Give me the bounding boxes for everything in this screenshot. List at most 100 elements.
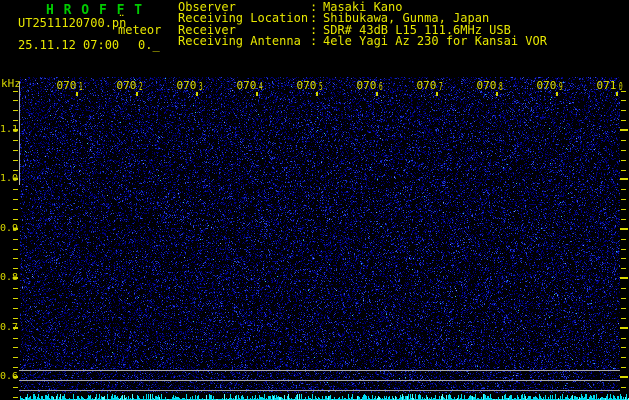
- datetime-text: 25.11.12 07:00: [18, 38, 120, 52]
- observation-info: Observer : Masaki Kano Receiving Locatio…: [178, 1, 547, 49]
- freq-tick-minor-left: [13, 199, 18, 201]
- freq-tick-minor-left: [13, 100, 18, 102]
- time-minute-tick: [376, 92, 378, 96]
- reference-line-lower: [19, 390, 620, 391]
- freq-tick-minor-right: [621, 110, 626, 112]
- freq-tick-minor-left: [13, 317, 18, 319]
- freq-tick-major-right: [620, 178, 628, 181]
- freq-tick-minor-right: [621, 337, 626, 339]
- freq-label: 0.7: [0, 321, 19, 333]
- freq-label: 0.6: [0, 371, 19, 382]
- freq-tick-minor-right: [621, 307, 626, 309]
- info-row-antenna: Receiving Antenna : 4ele Yagi Az 230 for…: [178, 34, 547, 49]
- freq-tick-minor-right: [621, 189, 626, 191]
- freq-label: 0.9: [0, 222, 19, 234]
- freq-tick-major-right: [620, 227, 628, 230]
- freq-tick-minor-left: [13, 298, 18, 299]
- freq-tick-minor-left: [13, 248, 18, 250]
- time-minute-tick: [436, 92, 438, 96]
- time-label: 070 9: [536, 79, 564, 93]
- time-label: 070 2: [116, 79, 144, 93]
- time-minute-tick: [316, 92, 318, 96]
- freq-tick-major-right: [620, 326, 628, 329]
- freq-tick-minor-left: [13, 268, 18, 270]
- time-label: 070 4: [236, 79, 264, 93]
- counter-text: 0._: [138, 38, 160, 52]
- freq-tick-minor-left: [13, 169, 18, 171]
- time-label: 071 0: [596, 79, 624, 93]
- freq-tick-minor-left: [13, 357, 18, 359]
- time-label-minute-digit: 4: [259, 80, 263, 93]
- time-minute-tick: [136, 92, 138, 96]
- time-label: 070 6: [356, 79, 384, 93]
- freq-tick-minor-right: [621, 100, 626, 102]
- frequency-unit-label: kHz: [1, 77, 21, 90]
- freq-tick-minor-left: [13, 149, 18, 151]
- freq-tick-minor-left: [13, 189, 18, 191]
- freq-tick-minor-right: [621, 288, 626, 290]
- freq-tick-minor-left: [13, 386, 18, 388]
- freq-label: 0.8: [0, 272, 19, 284]
- time-label: 070 8: [476, 79, 504, 93]
- time-label-minute-digit: 9: [559, 80, 563, 93]
- freq-tick-minor-right: [621, 90, 626, 92]
- station-name: meteor: [118, 23, 162, 37]
- freq-tick-minor-right: [621, 357, 626, 359]
- freq-tick-minor-left: [13, 307, 18, 309]
- time-minute-tick: [256, 92, 258, 96]
- time-label-minute-digit: 8: [499, 80, 503, 93]
- freq-tick-minor-left: [13, 288, 18, 290]
- freq-tick-minor-left: [13, 159, 18, 161]
- freq-tick-minor-right: [621, 139, 626, 141]
- freq-tick-minor-right: [621, 347, 626, 349]
- time-label-minute-digit: 6: [379, 80, 383, 93]
- hrofft-window: H R O F F T UT2511120700.pn ¨ meteor 25.…: [0, 0, 629, 400]
- time-label-minute-digit: 3: [199, 80, 203, 93]
- time-label-minute-digit: 5: [319, 80, 323, 93]
- freq-tick-minor-left: [13, 337, 18, 339]
- freq-tick-major-right: [620, 376, 628, 378]
- freq-tick-minor-right: [621, 317, 626, 319]
- freq-tick-minor-right: [621, 120, 626, 122]
- freq-tick-minor-right: [621, 298, 626, 299]
- freq-tick-minor-left: [13, 110, 18, 112]
- reference-line-middle: [19, 380, 620, 381]
- freq-tick-minor-right: [621, 159, 626, 161]
- time-minute-tick: [196, 92, 198, 96]
- freq-tick-minor-right: [621, 238, 626, 240]
- freq-tick-major-right: [620, 129, 628, 131]
- info-label: Receiving Antenna: [178, 34, 301, 49]
- freq-label: 1.0: [0, 173, 19, 185]
- time-minute-tick: [556, 92, 558, 96]
- freq-tick-minor-left: [13, 367, 18, 369]
- time-label: 070 3: [176, 79, 204, 93]
- freq-tick-minor-right: [621, 218, 626, 220]
- freq-tick-minor-right: [621, 199, 626, 201]
- freq-tick-minor-left: [13, 90, 18, 92]
- freq-tick-minor-left: [13, 139, 18, 141]
- freq-tick-minor-right: [621, 367, 626, 369]
- freq-tick-minor-right: [621, 169, 626, 171]
- freq-tick-minor-right: [621, 386, 626, 388]
- time-label-minute-digit: 2: [139, 80, 143, 93]
- freq-tick-minor-left: [13, 258, 18, 260]
- freq-tick-minor-left: [13, 347, 18, 349]
- freq-tick-minor-left: [13, 218, 18, 220]
- freq-tick-minor-left: [13, 209, 18, 210]
- freq-tick-minor-right: [621, 268, 626, 270]
- time-label: 070 5: [296, 79, 324, 93]
- info-value: 4ele Yagi Az 230 for Kansai VOR: [323, 34, 547, 49]
- freq-tick-minor-right: [621, 258, 626, 260]
- time-minute-tick: [76, 92, 78, 96]
- time-label-minute-digit: 1: [79, 80, 83, 93]
- time-label: 070 1: [56, 79, 84, 93]
- time-minute-tick: [496, 92, 498, 96]
- freq-tick-minor-left: [13, 120, 18, 122]
- freq-tick-minor-right: [621, 149, 626, 151]
- time-label: 070 7: [416, 79, 444, 93]
- time-marker-line: [19, 82, 20, 185]
- freq-label: 1.1: [0, 124, 19, 135]
- freq-tick-minor-left: [13, 396, 18, 398]
- freq-tick-minor-right: [621, 248, 626, 250]
- freq-tick-major-right: [620, 277, 628, 280]
